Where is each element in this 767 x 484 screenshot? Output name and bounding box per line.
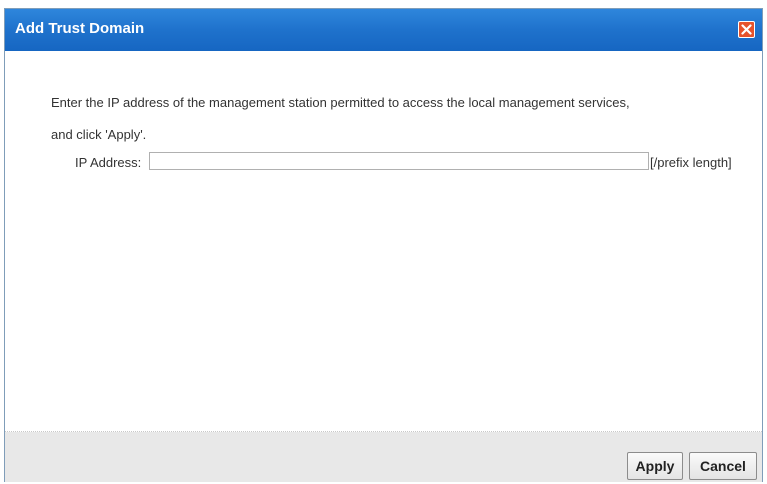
dialog-content: Enter the IP address of the management s… xyxy=(5,51,762,431)
close-button[interactable] xyxy=(738,21,755,38)
description-text-line1: Enter the IP address of the management s… xyxy=(51,95,630,110)
cancel-button[interactable]: Cancel xyxy=(689,452,757,480)
add-trust-domain-dialog: Add Trust Domain Enter the IP address of… xyxy=(4,8,763,482)
dialog-title: Add Trust Domain xyxy=(15,20,145,37)
dialog-footer: Apply Cancel xyxy=(5,432,762,482)
ip-address-label: IP Address: xyxy=(75,155,142,170)
ip-address-input[interactable] xyxy=(149,152,649,170)
apply-button[interactable]: Apply xyxy=(627,452,683,480)
dialog-titlebar: Add Trust Domain xyxy=(5,9,762,51)
prefix-length-hint: [/prefix length] xyxy=(650,155,732,170)
document-caption-fragment xyxy=(0,0,767,8)
close-x-icon xyxy=(741,24,752,35)
description-text-line2: and click 'Apply'. xyxy=(51,127,147,142)
